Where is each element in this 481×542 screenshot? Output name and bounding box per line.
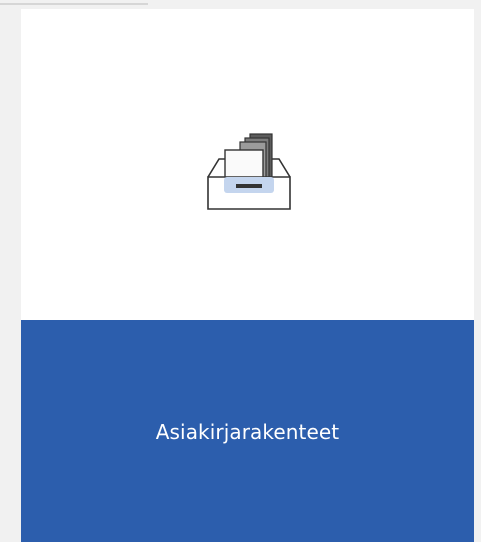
- document-tray-icon: [204, 125, 300, 215]
- label-band: Asiakirjarakenteet: [21, 320, 474, 542]
- tile-label: Asiakirjarakenteet: [155, 420, 340, 444]
- document-structures-tile[interactable]: Asiakirjarakenteet: [21, 9, 474, 542]
- top-divider: [0, 3, 148, 5]
